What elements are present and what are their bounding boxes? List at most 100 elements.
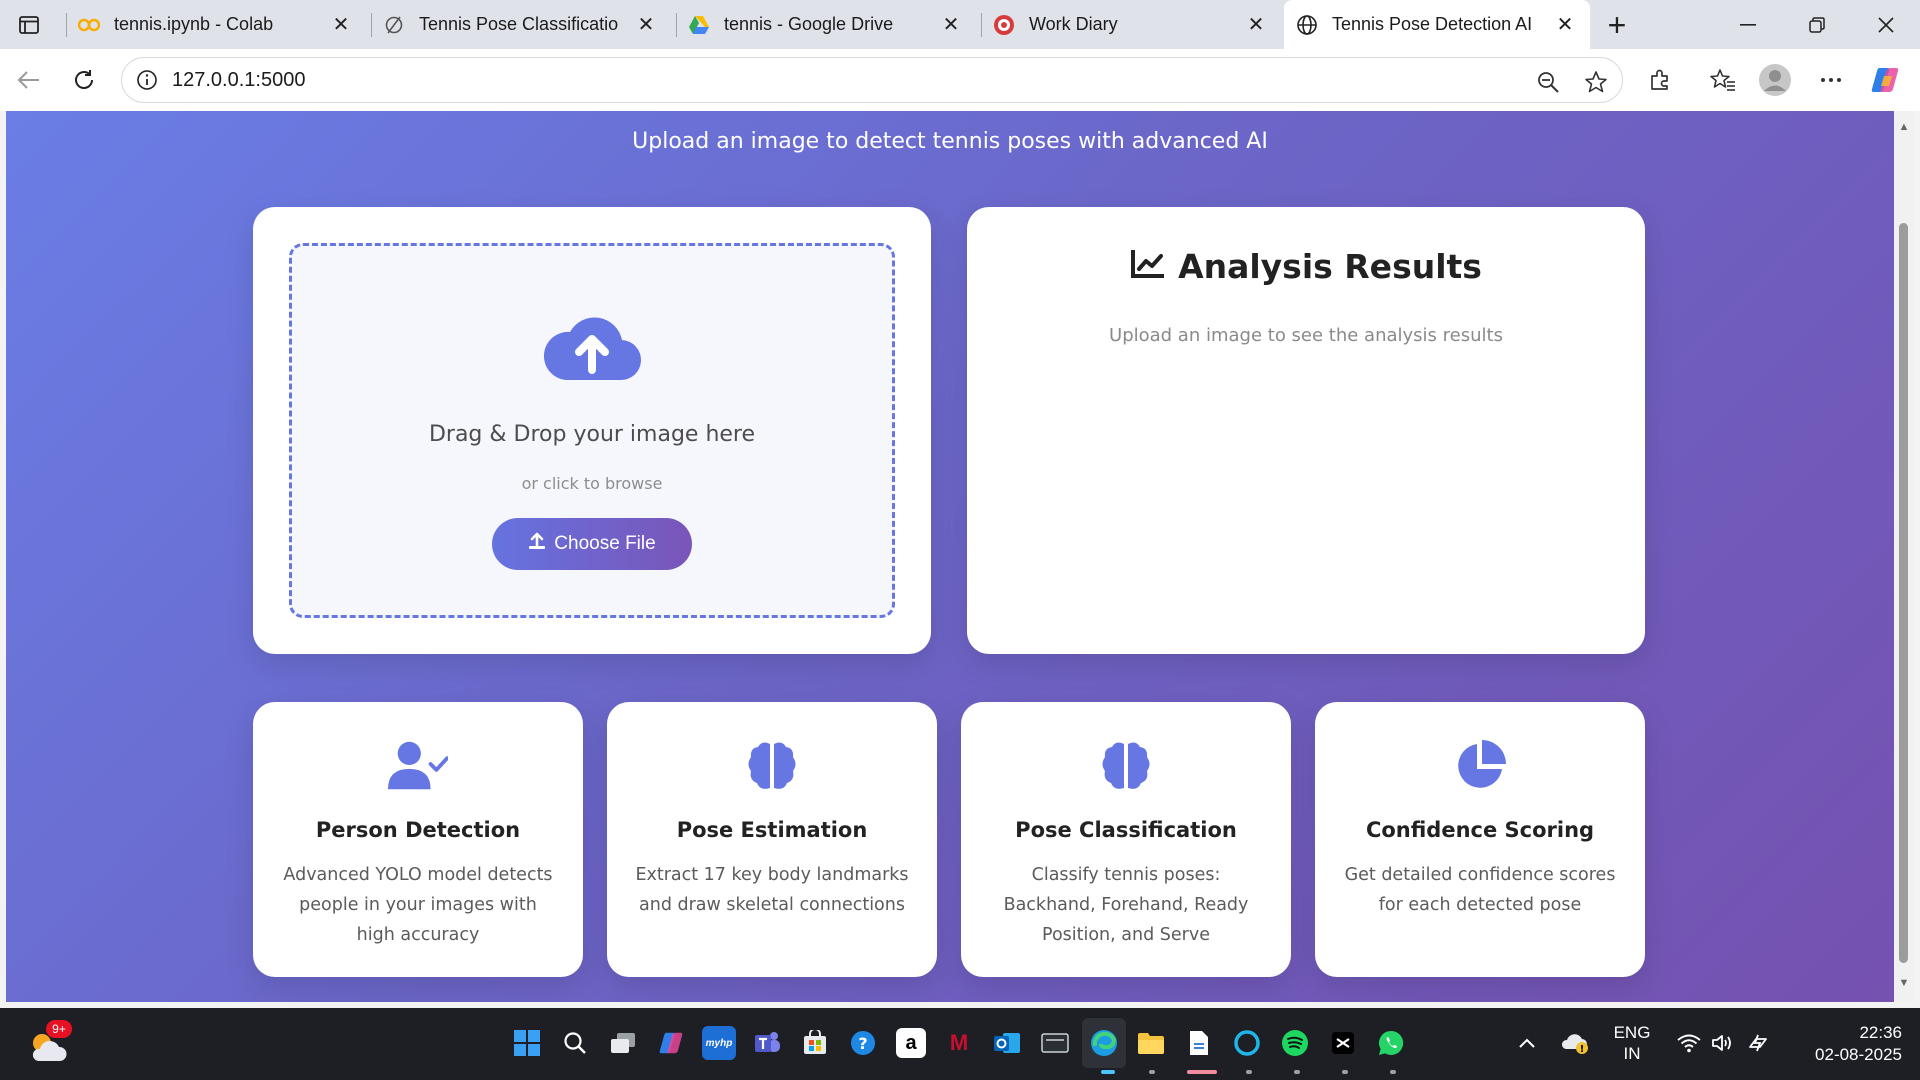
clock-date: 02-08-2025	[1815, 1045, 1902, 1064]
address-bar[interactable]: 127.0.0.1:5000	[121, 57, 1623, 103]
clock-time: 22:36	[1859, 1023, 1902, 1042]
teams-icon[interactable]	[750, 1026, 784, 1060]
more-options-icon[interactable]	[1814, 63, 1848, 97]
cloud-upload-icon	[542, 312, 642, 382]
weather-notification-badge: 9+	[46, 1020, 72, 1038]
mcafee-icon[interactable]: M	[942, 1026, 976, 1060]
copilot-taskbar-icon[interactable]	[654, 1026, 688, 1060]
feature-card-pose-classification: Pose Classification Classify tennis pose…	[961, 702, 1291, 977]
edge-taskbar-icon[interactable]	[1082, 1018, 1126, 1068]
brain-icon	[742, 738, 802, 794]
favorites-icon[interactable]	[1706, 63, 1740, 97]
upload-dropzone[interactable]: Drag & Drop your image here or click to …	[289, 243, 895, 618]
close-tab-icon[interactable]: ✕	[635, 13, 657, 36]
close-tab-icon[interactable]: ✕	[940, 13, 962, 36]
feature-title: Pose Estimation	[676, 818, 868, 842]
site-info-icon[interactable]	[134, 67, 160, 93]
line-chart-icon	[1130, 248, 1166, 285]
volume-icon[interactable]	[1706, 1026, 1740, 1060]
tab-tennis-pose-detection[interactable]: Tennis Pose Detection AI ✕	[1284, 0, 1590, 49]
tab-colab[interactable]: tennis.ipynb - Colab ✕	[66, 0, 366, 49]
scroll-up-icon[interactable]: ▲	[1898, 121, 1910, 133]
scrollbar-thumb[interactable]	[1899, 223, 1908, 963]
minimize-icon[interactable]	[1728, 10, 1768, 40]
media-app-icon[interactable]	[1038, 1026, 1072, 1060]
tab-work-diary[interactable]: Work Diary ✕	[981, 0, 1281, 49]
profile-avatar-icon[interactable]	[1758, 63, 1792, 97]
spotify-icon[interactable]	[1278, 1026, 1312, 1060]
feature-card-pose-estimation: Pose Estimation Extract 17 key body land…	[607, 702, 937, 977]
page-scrollbar[interactable]: ▲ ▼	[1894, 111, 1914, 1002]
svg-text:?: ?	[858, 1034, 867, 1053]
web-page: Upload an image to detect tennis poses w…	[6, 111, 1894, 1002]
copilot-icon[interactable]	[1868, 63, 1902, 97]
show-hidden-icons-chevron[interactable]	[1510, 1026, 1544, 1060]
tab-title: Work Diary	[1029, 14, 1118, 34]
scroll-down-icon[interactable]: ▼	[1898, 977, 1910, 989]
language-text: ENG	[1613, 1023, 1651, 1042]
close-tab-icon[interactable]: ✕	[1554, 13, 1576, 36]
clock[interactable]: 22:36 02-08-2025	[1786, 1022, 1902, 1066]
outlook-icon[interactable]	[990, 1026, 1024, 1060]
amazon-icon[interactable]: a	[896, 1028, 926, 1058]
favorite-star-icon[interactable]	[1582, 68, 1610, 96]
taskbar-search-icon[interactable]	[558, 1026, 592, 1060]
tab-title: tennis - Google Drive	[724, 14, 894, 34]
new-tab-icon[interactable]: +	[1601, 7, 1633, 43]
close-tab-icon[interactable]: ✕	[330, 13, 352, 36]
colab-icon	[78, 14, 100, 36]
language-indicator[interactable]: ENG IN	[1604, 1022, 1660, 1064]
windows-start-icon[interactable]	[510, 1026, 544, 1060]
upload-icon	[528, 532, 546, 556]
globe-icon	[1296, 14, 1318, 36]
refresh-icon[interactable]	[67, 63, 101, 97]
tab-actions-icon[interactable]	[14, 10, 44, 40]
capcut-icon[interactable]	[1326, 1026, 1360, 1060]
brain-icon	[1096, 738, 1156, 794]
feature-card-confidence-scoring: Confidence Scoring Get detailed confiden…	[1315, 702, 1645, 977]
alexa-icon[interactable]	[1230, 1026, 1264, 1060]
feature-title: Confidence Scoring	[1365, 818, 1595, 842]
work-diary-icon	[993, 14, 1015, 36]
battery-charging-icon[interactable]	[1742, 1026, 1776, 1060]
feature-description: Extract 17 key body landmarks and draw s…	[635, 865, 909, 915]
feature-title: Person Detection	[315, 818, 521, 842]
microsoft-store-icon[interactable]	[798, 1026, 832, 1060]
zoom-icon[interactable]	[1534, 68, 1562, 96]
results-header: Analysis Results	[967, 247, 1645, 286]
svg-text:!: !	[1580, 1044, 1585, 1055]
results-title: Analysis Results	[1178, 247, 1482, 286]
myhp-icon[interactable]: myhp	[702, 1026, 736, 1060]
feature-card-person-detection: Person Detection Advanced YOLO model det…	[253, 702, 583, 977]
task-view-icon[interactable]	[606, 1026, 640, 1060]
tab-drive[interactable]: tennis - Google Drive ✕	[676, 0, 976, 49]
close-window-icon[interactable]	[1866, 10, 1906, 40]
results-placeholder: Upload an image to see the analysis resu…	[1109, 325, 1503, 346]
region-text: IN	[1623, 1044, 1641, 1063]
restore-icon[interactable]	[1797, 10, 1837, 40]
tab-title: Tennis Pose Classification F	[419, 14, 619, 34]
wifi-icon[interactable]	[1672, 1026, 1706, 1060]
choose-file-label: Choose File	[554, 533, 656, 554]
extensions-icon[interactable]	[1643, 63, 1677, 97]
notepad-icon[interactable]	[1182, 1026, 1216, 1060]
file-explorer-icon[interactable]	[1134, 1026, 1168, 1060]
feature-title: Pose Classification	[1015, 818, 1237, 842]
dropzone-title: Drag & Drop your image here	[428, 422, 756, 447]
whatsapp-icon[interactable]	[1374, 1026, 1408, 1060]
choose-file-button[interactable]: Choose File	[492, 518, 692, 570]
feature-description: Get detailed confidence scores for each …	[1344, 865, 1616, 915]
tab-title: Tennis Pose Detection AI	[1332, 14, 1533, 34]
tab-title: tennis.ipynb - Colab	[114, 14, 274, 34]
close-tab-icon[interactable]: ✕	[1245, 13, 1267, 36]
feature-description: Advanced YOLO model detects people in yo…	[283, 865, 553, 945]
user-check-icon	[388, 738, 448, 794]
url-text[interactable]: 127.0.0.1:5000	[172, 69, 305, 92]
tab-roboflow[interactable]: Tennis Pose Classification F ✕	[371, 0, 671, 49]
feature-description: Classify tennis poses: Backhand, Forehan…	[1003, 865, 1249, 945]
onedrive-warning-icon[interactable]: !	[1558, 1026, 1592, 1060]
windows-taskbar: 9+ myhp ? a M ! ENG IN 22:36 02-08-2025	[0, 1008, 1920, 1080]
get-help-icon[interactable]: ?	[846, 1026, 880, 1060]
back-arrow-icon[interactable]	[12, 63, 46, 97]
page-subtitle: Upload an image to detect tennis poses w…	[632, 129, 1268, 154]
